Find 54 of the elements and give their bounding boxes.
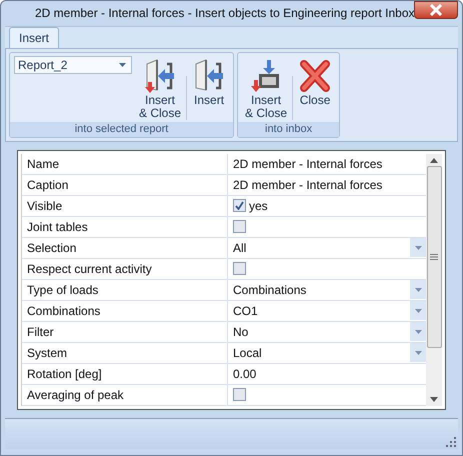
scrollbar[interactable] [426,154,442,406]
ribbon-button[interactable]: Close [295,56,336,109]
property-dropdown[interactable]: CO1 [228,300,426,321]
dropdown-arrow-icon [414,308,422,313]
property-dropdown[interactable]: All [228,238,426,258]
dropdown-arrow-icon [119,62,126,67]
dropdown-button[interactable] [410,343,426,362]
property-name: Rotation [deg] [22,364,228,384]
close-icon [429,4,443,16]
ribbon-tab[interactable]: Insert [9,26,60,48]
grip-icon [430,254,438,260]
dropdown-button[interactable] [410,301,426,320]
scroll-down-icon [430,396,438,402]
property-name: Selection [22,238,228,258]
property-value[interactable]: 2D member - Internal forces [228,174,426,195]
ribbon-button[interactable]: Insert & Close [242,56,290,122]
report-dropdown[interactable]: Report_2 [14,56,132,74]
property-name: Caption [22,174,228,195]
property-name: System [22,342,228,363]
window-title: 2D member - Internal forces - Insert objects to Engineering report Inbox [35,6,415,20]
property-name: Combinations [22,300,228,321]
checkbox[interactable] [233,388,246,402]
close-button[interactable] [414,1,458,19]
property-dropdown[interactable]: Local [228,342,426,363]
property-name: Visible [22,196,228,216]
checkbox-label: yes [249,198,268,213]
group-label: into inbox [238,122,340,137]
property-dropdown[interactable]: Combinations [228,280,426,300]
scrollbar-thumb[interactable] [426,166,442,348]
property-value[interactable]: 2D member - Internal forces [228,154,426,174]
dropdown-arrow-icon [414,350,422,355]
scroll-up-icon [430,158,438,163]
checkbox[interactable] [233,262,246,276]
ribbon-button[interactable]: Insert & Close [136,56,184,122]
property-name: Type of loads [22,280,228,300]
property-name: Joint tables [22,216,228,237]
property-value[interactable]: 0.00 [228,364,426,384]
property-name: Respect current activity [22,258,228,279]
property-name: Filter [22,322,228,342]
ribbon-button[interactable]: Insert [189,56,230,109]
dropdown-button[interactable] [410,238,426,258]
property-name: Averaging of peak [22,384,228,405]
dropdown-arrow-icon [414,288,422,292]
checkbox[interactable] [233,220,246,234]
checkbox[interactable] [233,199,246,212]
dropdown-button[interactable] [410,280,426,300]
resize-grip-icon [446,437,456,447]
group-label: into selected report [10,122,234,137]
close-icon [298,58,332,94]
dropdown-button[interactable] [410,322,426,342]
dropdown-arrow-icon [414,246,422,250]
property-name: Name [22,154,228,174]
property-dropdown[interactable]: No [228,322,426,342]
dropdown-arrow-icon [414,330,422,334]
